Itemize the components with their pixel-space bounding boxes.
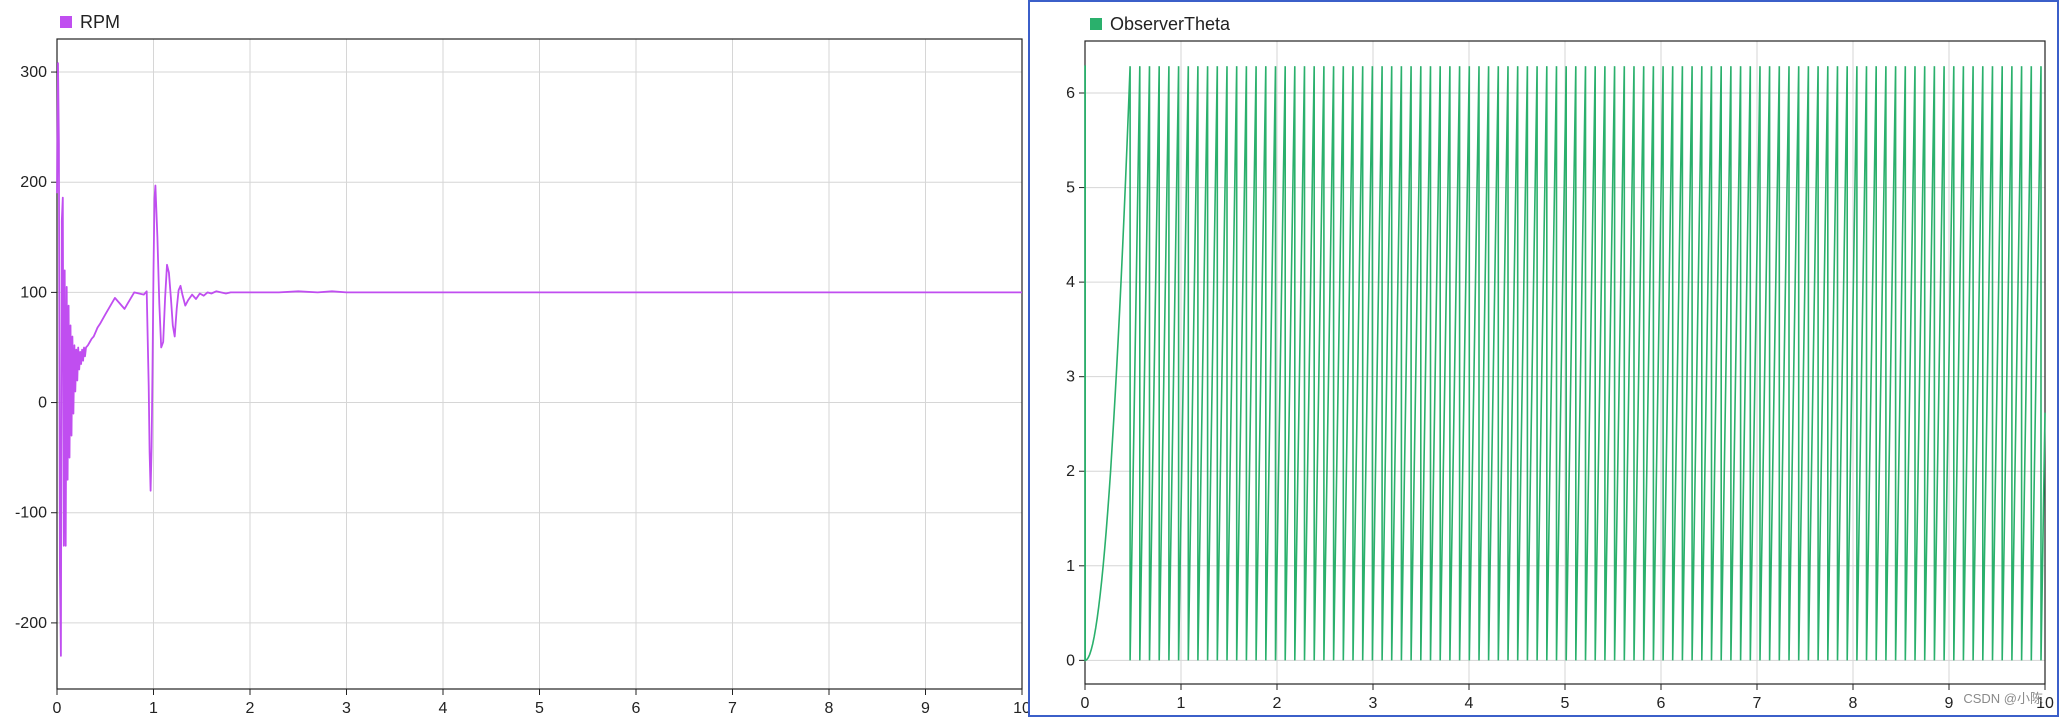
x-tick-label: 6 — [632, 700, 641, 717]
rpm-legend-label: RPM — [80, 11, 120, 32]
y-tick-label: -200 — [15, 615, 47, 632]
x-tick-label: 10 — [1013, 700, 1028, 717]
rpm-panel: 0 1 2 3 4 5 6 7 8 9 10 -200 -100 0 100 200 300 RPM — [0, 0, 1028, 717]
x-tick-label: 1 — [1177, 695, 1186, 712]
x-tick-label: 9 — [921, 700, 930, 717]
y-tick-label: 200 — [20, 174, 47, 191]
theta-legend-label: ObserverTheta — [1110, 13, 1231, 34]
x-tick-label: 9 — [1945, 695, 1954, 712]
rpm-chart: 0 1 2 3 4 5 6 7 8 9 10 -200 -100 0 100 200 300 — [15, 38, 1028, 717]
x-tick-label: 1 — [149, 700, 158, 717]
y-tick-label: 2 — [1066, 463, 1075, 480]
x-tick-label: 8 — [1849, 695, 1858, 712]
x-tick-label: 7 — [728, 700, 737, 717]
rpm-legend-swatch — [60, 16, 72, 28]
y-tick-label: -100 — [15, 505, 47, 522]
x-tick-label: 3 — [342, 700, 351, 717]
x-tick-label: 6 — [1657, 695, 1666, 712]
theta-chart: 0 1 2 3 4 5 6 7 8 9 100123456 — [1066, 40, 2054, 712]
watermark: CSDN @小陈 — [1963, 691, 2043, 706]
theta-panel: 0 1 2 3 4 5 6 7 8 9 10 0 1 2 3 4 5 6 ObserverTheta CSDN @… — [1028, 0, 2059, 717]
theta-legend-swatch — [1090, 18, 1102, 30]
y-tick-label: 5 — [1066, 180, 1075, 197]
y-tick-label: 3 — [1066, 369, 1075, 386]
y-tick-label: 100 — [20, 284, 47, 301]
y-tick-label: 300 — [20, 64, 47, 81]
x-tick-label: 4 — [439, 700, 448, 717]
y-tick-label: 0 — [38, 395, 47, 412]
y-tick-label: 4 — [1066, 274, 1075, 291]
x-tick-label: 5 — [535, 700, 544, 717]
y-tick-label: 0 — [1066, 652, 1075, 669]
x-tick-label: 3 — [1369, 695, 1378, 712]
x-tick-label: 2 — [246, 700, 255, 717]
y-tick-label: 1 — [1066, 558, 1075, 575]
rpm-legend: RPM — [60, 10, 120, 34]
x-tick-label: 4 — [1465, 695, 1474, 712]
x-tick-label: 0 — [53, 700, 62, 717]
x-tick-label: 5 — [1561, 695, 1570, 712]
x-tick-label: 7 — [1753, 695, 1762, 712]
x-tick-label: 0 — [1081, 695, 1090, 712]
theta-legend: ObserverTheta — [1090, 12, 1230, 36]
x-tick-label: 8 — [825, 700, 834, 717]
scope-window: 0 1 2 3 4 5 6 7 8 9 10 -200 -100 0 100 200 300 RPM 01234… — [0, 0, 2059, 717]
y-tick-label: 6 — [1066, 85, 1075, 102]
x-tick-label: 2 — [1273, 695, 1282, 712]
